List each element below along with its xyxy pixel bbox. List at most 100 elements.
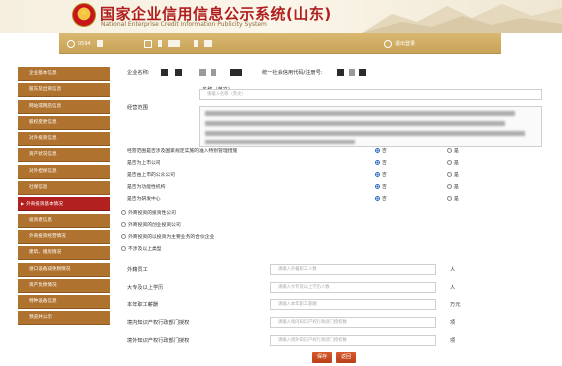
back-button[interactable]: 返回 [336, 352, 356, 363]
logout-link[interactable]: 退出登录 [384, 38, 415, 49]
radio-no[interactable] [375, 172, 380, 177]
field-input[interactable]: 请输入境外知识产权行政部门授权数 [270, 335, 436, 346]
redacted-text [230, 69, 242, 76]
company-type-radio[interactable] [121, 210, 126, 215]
national-emblem-icon [72, 3, 96, 27]
mountain-illustration [362, 4, 562, 33]
field-input[interactable]: 请输入本年职工薪酬 [270, 299, 436, 310]
redacted-block [204, 40, 212, 47]
radio-no[interactable] [375, 196, 380, 201]
sidebar-item[interactable]: 网站或网店信息 [18, 99, 110, 114]
radio-yes[interactable] [447, 160, 452, 165]
sidebar-item[interactable]: 对外投资信息 [18, 132, 110, 147]
sidebar-item-label: 股权变更信息 [29, 119, 57, 125]
sidebar-item[interactable]: 预览并公示 [18, 311, 110, 326]
sidebar-nav: 企业基本信息股东及出资信息网站或网店信息 股权变更信息 对外投资信息 资产状况信息 对外… [18, 67, 110, 328]
radio-no-label: 否 [382, 149, 387, 154]
name-en-input[interactable]: 请输入名称（英文） [199, 89, 542, 100]
sidebar-item-label: 企业基本信息 [29, 71, 57, 76]
radio-yes-label: 是 [454, 197, 459, 202]
company-type-label: 外商投资的以投资为主要业务的合伙企业 [128, 235, 215, 240]
business-scope-label: 经营范围 [127, 105, 148, 111]
sidebar-item[interactable]: 外商投资基本情况 [18, 197, 110, 212]
system-subtitle: National Enterprise Credit Information P… [101, 21, 267, 28]
sidebar-item-label: 网站或网店信息 [29, 103, 62, 109]
field-label: 大专及以上学历 [127, 285, 164, 291]
radio-yes-label: 是 [454, 185, 459, 190]
main-form: 企业名称: 统一社会信用代码/注册号: 名称（英文） 请输入名称（英文） 经营范… [113, 62, 543, 366]
redacted-text [349, 69, 355, 76]
radio-no[interactable] [375, 184, 380, 189]
sidebar-item-label: 资产负债情况 [29, 282, 57, 288]
redacted-text [199, 69, 206, 76]
company-type-label: 外商投资的投资性公司 [128, 211, 176, 216]
building-icon [144, 39, 152, 48]
business-scope-textarea[interactable] [199, 106, 542, 147]
redacted-phone [96, 40, 103, 47]
sidebar-item[interactable]: 建筑、储房情况 [18, 246, 110, 261]
save-button[interactable]: 保存 [312, 352, 332, 363]
company-type-radio[interactable] [121, 222, 126, 227]
sidebar-item[interactable]: 股权变更信息 [18, 115, 110, 130]
radio-no-label: 否 [382, 197, 387, 202]
blurred-text [205, 140, 355, 144]
radio-no-label: 否 [382, 161, 387, 166]
radio-no[interactable] [375, 160, 380, 165]
radio-yes[interactable] [447, 196, 452, 201]
radio-yes[interactable] [447, 148, 452, 153]
sidebar-item-label: 进口设备减免税情况 [29, 266, 71, 272]
field-label: 境内知识产权行政部门授权 [127, 320, 190, 326]
field-unit: 万元 [450, 302, 461, 308]
field-unit: 项 [450, 320, 456, 326]
redacted-block [194, 40, 198, 47]
radio-yes[interactable] [447, 172, 452, 177]
question-label: 是否为研发中心 [127, 197, 161, 202]
phone-icon [67, 39, 75, 48]
radio-no-label: 否 [382, 185, 387, 190]
company-name-label: 企业名称: [127, 70, 150, 76]
sidebar-item-label: 外商投资经营情况 [29, 233, 66, 239]
company-type-radio[interactable] [121, 246, 126, 251]
sidebar-item-label: 外商投资基本情况 [26, 202, 63, 208]
field-label: 境外知识产权行政部门授权 [127, 338, 190, 344]
sidebar-item-label: 建筑、储房情况 [29, 250, 62, 256]
sidebar-item[interactable]: 资产状况信息 [18, 148, 110, 163]
redacted-text [161, 69, 168, 76]
redacted-text [211, 69, 216, 76]
sidebar-item-label: 预览并公示 [29, 315, 52, 321]
sidebar-item-label: 投资者信息 [29, 217, 52, 223]
sidebar-item[interactable]: 资产负债情况 [18, 278, 110, 293]
top-toolbar: 0594 退出登录 [59, 33, 501, 54]
sidebar-item[interactable]: 对外担保信息 [18, 164, 110, 179]
field-input[interactable]: 请输入境内知识产权行政部门授权数 [270, 317, 436, 328]
sidebar-item[interactable]: 进口设备减免税情况 [18, 262, 110, 277]
sidebar-item[interactable]: 特种设备信息 [18, 295, 110, 310]
blurred-text [205, 121, 505, 126]
blurred-text [205, 131, 525, 136]
sidebar-item-label: 对外担保信息 [29, 168, 57, 174]
credit-code-label: 统一社会信用代码/注册号: [262, 70, 323, 76]
site-header: 国家企业信用信息公示系统(山东) National Enterprise Cre… [0, 0, 562, 33]
field-unit: 人 [450, 285, 456, 291]
field-label: 外籍员工 [127, 267, 148, 273]
field-input[interactable]: 请输入大专及以上学历人数 [270, 282, 436, 293]
radio-no-label: 否 [382, 173, 387, 178]
sidebar-item[interactable]: 社保信息 [18, 181, 110, 196]
question-label: 经营范围是否涉及国家规定实施的准入特别管理措施 [127, 149, 238, 154]
radio-no[interactable] [375, 148, 380, 153]
radio-yes-label: 是 [454, 149, 459, 154]
sidebar-item[interactable]: 外商投资经营情况 [18, 229, 110, 244]
company-type-radio[interactable] [121, 234, 126, 239]
company-type-label: 不涉及以上类型 [128, 247, 162, 252]
sidebar-item-label: 对外投资信息 [29, 136, 57, 142]
company-info [144, 38, 212, 49]
radio-yes[interactable] [447, 184, 452, 189]
sidebar-item[interactable]: 股东及出资信息 [18, 83, 110, 98]
sidebar-item-label: 资产状况信息 [29, 152, 57, 158]
field-unit: 人 [450, 267, 456, 273]
redacted-text [359, 69, 366, 76]
redacted-text [175, 69, 182, 76]
sidebar-item[interactable]: 企业基本信息 [18, 67, 110, 81]
sidebar-item[interactable]: 投资者信息 [18, 213, 110, 228]
field-input[interactable]: 请输入外籍职工人数 [270, 264, 436, 275]
